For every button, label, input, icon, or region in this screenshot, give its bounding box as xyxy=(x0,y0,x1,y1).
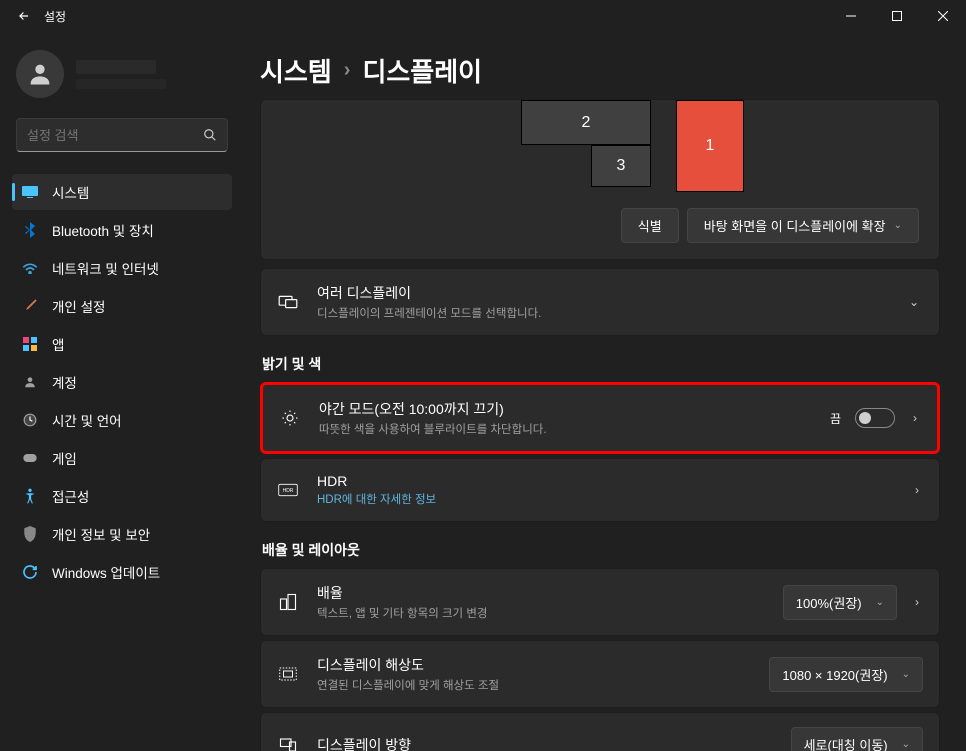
user-email xyxy=(76,79,166,89)
update-icon xyxy=(22,564,38,580)
search-input[interactable] xyxy=(27,128,203,143)
resolution-icon xyxy=(277,667,299,681)
night-light-sub: 따뜻한 색을 사용하여 블루라이트를 차단합니다. xyxy=(319,421,812,437)
time-icon xyxy=(22,412,38,428)
search-input-container[interactable] xyxy=(16,118,228,152)
hdr-icon: HDR xyxy=(277,483,299,497)
display-arrangement-card: 2 3 1 식별 바탕 화면을 이 디스플레이에 확장 ⌄ xyxy=(260,99,940,260)
monitor-1[interactable]: 1 xyxy=(676,100,744,192)
orientation-title: 디스플레이 방향 xyxy=(317,735,773,751)
orientation-dropdown[interactable]: 세로(대칭 이동) ⌄ xyxy=(791,727,923,751)
sidebar-item-privacy[interactable]: 개인 정보 및 보안 xyxy=(12,516,232,552)
breadcrumb: 시스템 › 디스플레이 xyxy=(260,52,940,89)
resolution-sub: 연결된 디스플레이에 맞게 해상도 조절 xyxy=(317,677,751,693)
scale-icon xyxy=(277,593,299,611)
chevron-right-icon[interactable]: › xyxy=(911,591,923,613)
sidebar-item-network[interactable]: 네트워크 및 인터넷 xyxy=(12,250,232,286)
multiple-displays-title: 여러 디스플레이 xyxy=(317,283,887,303)
accounts-icon xyxy=(22,374,38,390)
titlebar: 설정 xyxy=(0,0,966,32)
sidebar-item-update[interactable]: Windows 업데이트 xyxy=(12,554,232,590)
minimize-button[interactable] xyxy=(828,0,874,32)
scale-sub: 텍스트, 앱 및 기타 항목의 크기 변경 xyxy=(317,605,765,621)
chevron-right-icon[interactable]: › xyxy=(911,479,923,501)
chevron-down-icon: ⌄ xyxy=(894,220,902,231)
wifi-icon xyxy=(22,260,38,276)
extend-display-dropdown[interactable]: 바탕 화면을 이 디스플레이에 확장 ⌄ xyxy=(687,208,919,243)
apps-icon xyxy=(22,336,38,352)
hdr-card[interactable]: HDR HDR HDR에 대한 자세한 정보 › xyxy=(260,458,940,522)
back-button[interactable] xyxy=(8,0,40,32)
sidebar-item-gaming[interactable]: 게임 xyxy=(12,440,232,476)
close-button[interactable] xyxy=(920,0,966,32)
sidebar-item-bluetooth[interactable]: Bluetooth 및 장치 xyxy=(12,212,232,248)
identify-button[interactable]: 식별 xyxy=(621,208,679,243)
night-light-state: 끔 xyxy=(830,410,841,427)
section-scale-layout: 배율 및 레이아웃 xyxy=(262,540,940,560)
sidebar-item-accounts[interactable]: 계정 xyxy=(12,364,232,400)
svg-text:HDR: HDR xyxy=(283,488,294,494)
hdr-link[interactable]: HDR에 대한 자세한 정보 xyxy=(317,491,893,507)
night-light-icon xyxy=(279,409,301,427)
chevron-right-icon[interactable]: › xyxy=(909,407,921,429)
user-name xyxy=(76,60,156,74)
multiple-displays-icon xyxy=(277,294,299,310)
chevron-down-icon: ⌄ xyxy=(902,739,910,750)
breadcrumb-current: 디스플레이 xyxy=(362,52,482,89)
orientation-icon xyxy=(277,737,299,751)
brush-icon xyxy=(22,298,38,314)
user-profile[interactable] xyxy=(12,42,232,112)
system-icon xyxy=(22,184,38,200)
chevron-right-icon: › xyxy=(344,59,351,82)
night-light-card[interactable]: 야간 모드(오전 10:00까지 끄기) 따뜻한 색을 사용하여 블루라이트를 … xyxy=(260,382,940,454)
multiple-displays-sub: 디스플레이의 프레젠테이션 모드를 선택합니다. xyxy=(317,305,887,321)
bluetooth-icon xyxy=(22,222,38,238)
search-icon xyxy=(203,128,217,142)
night-light-title: 야간 모드(오전 10:00까지 끄기) xyxy=(319,399,812,419)
sidebar-item-apps[interactable]: 앱 xyxy=(12,326,232,362)
section-brightness-color: 밝기 및 색 xyxy=(262,354,940,374)
night-light-toggle[interactable] xyxy=(855,408,895,428)
sidebar-item-personalization[interactable]: 개인 설정 xyxy=(12,288,232,324)
shield-icon xyxy=(22,526,38,542)
window-title: 설정 xyxy=(40,8,66,25)
multiple-displays-card[interactable]: 여러 디스플레이 디스플레이의 프레젠테이션 모드를 선택합니다. ⌄ xyxy=(260,268,940,336)
gaming-icon xyxy=(22,450,38,466)
chevron-down-icon: ⌄ xyxy=(876,597,884,608)
scale-dropdown[interactable]: 100%(권장) ⌄ xyxy=(783,585,897,620)
chevron-down-icon: ⌄ xyxy=(902,669,910,680)
resolution-dropdown[interactable]: 1080 × 1920(권장) ⌄ xyxy=(769,657,923,692)
maximize-button[interactable] xyxy=(874,0,920,32)
scale-card[interactable]: 배율 텍스트, 앱 및 기타 항목의 크기 변경 100%(권장) ⌄ › xyxy=(260,568,940,636)
hdr-title: HDR xyxy=(317,473,893,489)
sidebar-item-time-language[interactable]: 시간 및 언어 xyxy=(12,402,232,438)
resolution-card[interactable]: 디스플레이 해상도 연결된 디스플레이에 맞게 해상도 조절 1080 × 19… xyxy=(260,640,940,708)
accessibility-icon xyxy=(22,488,38,504)
monitor-2[interactable]: 2 xyxy=(521,100,651,145)
avatar xyxy=(16,50,64,98)
breadcrumb-parent[interactable]: 시스템 xyxy=(260,52,332,89)
scale-title: 배율 xyxy=(317,583,765,603)
resolution-title: 디스플레이 해상도 xyxy=(317,655,751,675)
chevron-down-icon[interactable]: ⌄ xyxy=(905,291,923,313)
sidebar-item-accessibility[interactable]: 접근성 xyxy=(12,478,232,514)
monitor-3[interactable]: 3 xyxy=(591,145,651,187)
orientation-card[interactable]: 디스플레이 방향 세로(대칭 이동) ⌄ xyxy=(260,712,940,751)
sidebar-item-system[interactable]: 시스템 xyxy=(12,174,232,210)
